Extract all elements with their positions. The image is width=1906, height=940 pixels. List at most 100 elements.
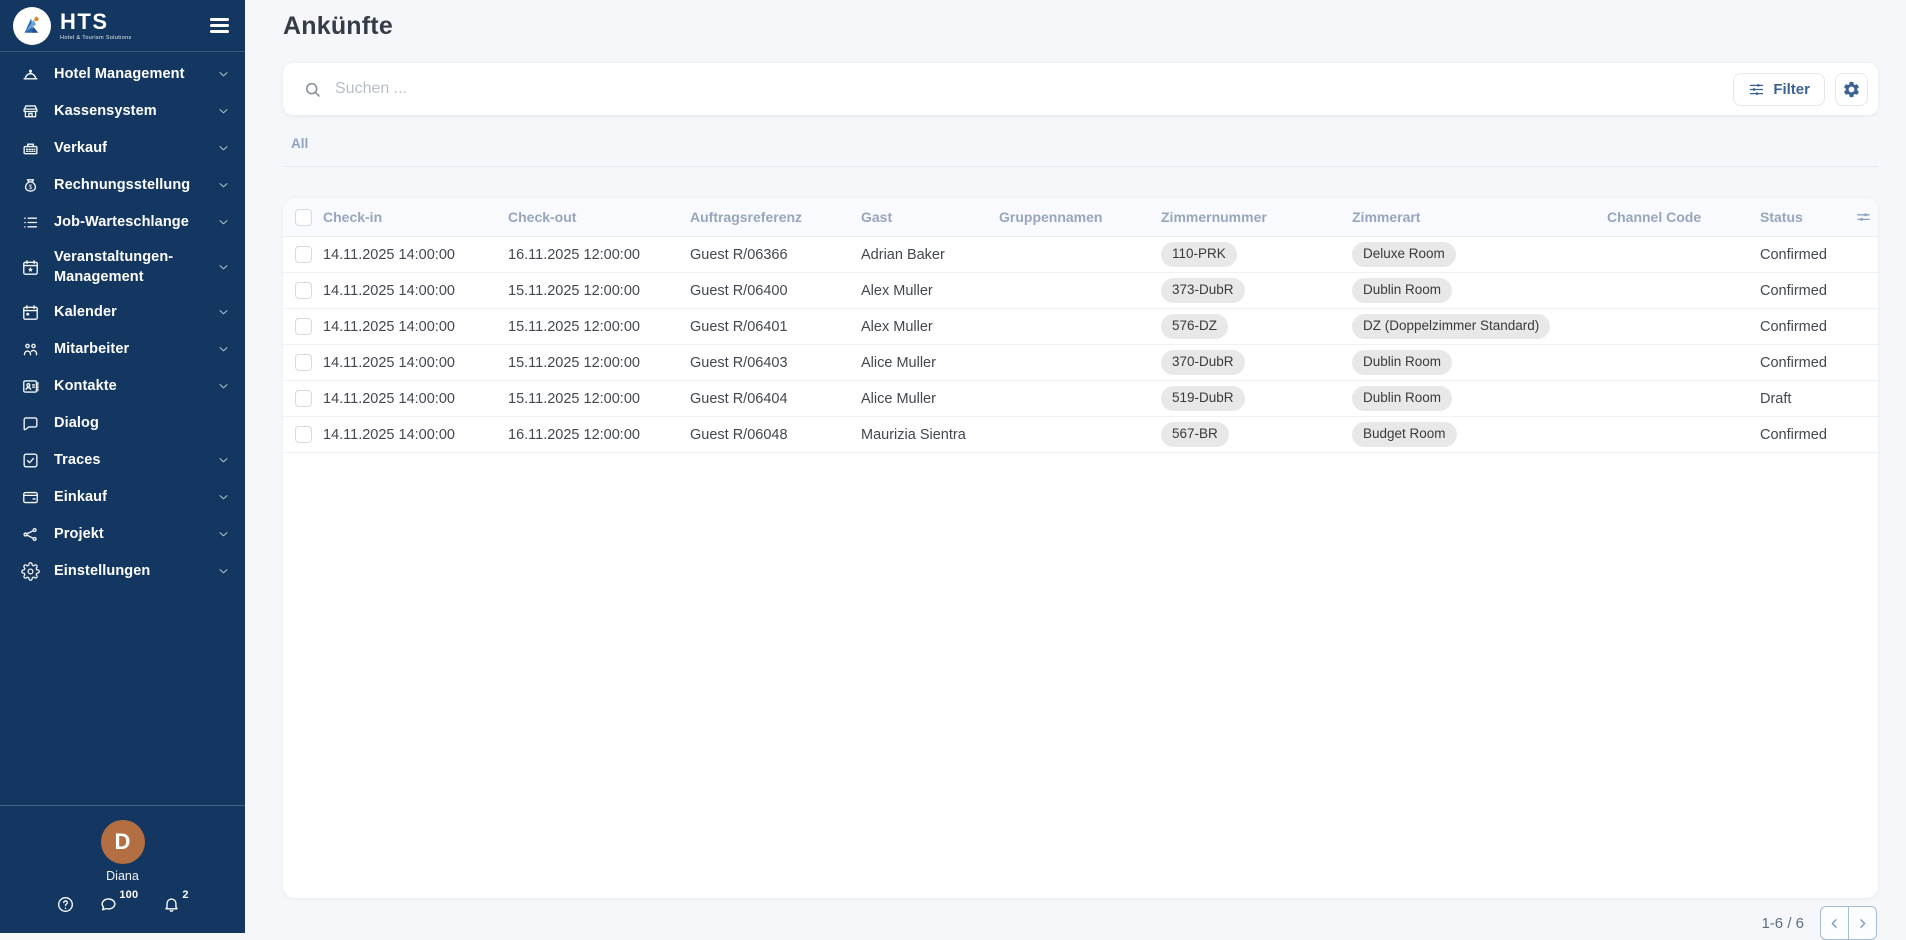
- network-icon: [21, 525, 40, 544]
- bell-icon[interactable]: 2: [162, 895, 188, 914]
- chevron-down-icon: [217, 454, 230, 467]
- people-icon: [21, 340, 40, 359]
- room-number: 567-BR: [1161, 422, 1352, 447]
- sidebar-item-kalender[interactable]: Kalender: [0, 294, 245, 331]
- chat-badge: 100: [119, 889, 138, 901]
- column-header-check-out[interactable]: Check-out: [508, 209, 690, 225]
- select-all-checkbox[interactable]: [295, 209, 312, 226]
- room-type-badge: Deluxe Room: [1352, 242, 1456, 267]
- pagination: 1-6 / 6: [283, 906, 1878, 940]
- chevron-right-icon: [1855, 916, 1870, 931]
- table-row[interactable]: 14.11.2025 14:00:0016.11.2025 12:00:00Gu…: [283, 417, 1878, 453]
- room-number: 519-DubR: [1161, 386, 1352, 411]
- sidebar-item-traces[interactable]: Traces: [0, 442, 245, 479]
- column-header-channel-code[interactable]: Channel Code: [1607, 209, 1760, 225]
- chevron-down-icon: [217, 179, 230, 192]
- column-header-status[interactable]: Status: [1760, 209, 1850, 225]
- chevron-down-icon: [217, 68, 230, 81]
- row-checkbox[interactable]: [295, 246, 312, 263]
- chevron-down-icon: [217, 380, 230, 393]
- brand-subtitle: Hotel & Tourism Solutions: [60, 35, 132, 41]
- sidebar-item-kassensystem[interactable]: Kassensystem: [0, 93, 245, 130]
- table-row[interactable]: 14.11.2025 14:00:0015.11.2025 12:00:00Gu…: [283, 309, 1878, 345]
- row-checkbox[interactable]: [295, 318, 312, 335]
- gear-icon: [21, 562, 40, 581]
- row-checkbox[interactable]: [295, 390, 312, 407]
- sidebar-item-projekt[interactable]: Projekt: [0, 516, 245, 553]
- sidebar-item-rechnungsstellung[interactable]: $Rechnungsstellung: [0, 167, 245, 204]
- sidebar-item-label: Einstellungen: [54, 555, 217, 587]
- room-type: Dublin Room: [1352, 386, 1607, 411]
- next-page-button[interactable]: [1848, 906, 1877, 940]
- row-checkbox-cell: [283, 390, 323, 407]
- table-row[interactable]: 14.11.2025 14:00:0015.11.2025 12:00:00Gu…: [283, 273, 1878, 309]
- table-row[interactable]: 14.11.2025 14:00:0015.11.2025 12:00:00Gu…: [283, 345, 1878, 381]
- status-text: Draft: [1760, 391, 1850, 407]
- search-input[interactable]: [335, 80, 1733, 98]
- room-type-badge: Dublin Room: [1352, 350, 1452, 375]
- settings-gear-button[interactable]: [1835, 73, 1868, 106]
- row-checkbox[interactable]: [295, 282, 312, 299]
- chevron-down-icon: [217, 216, 230, 229]
- room-number-badge: 519-DubR: [1161, 386, 1245, 411]
- brand-name: HTS: [60, 11, 132, 33]
- room-number-badge: 576-DZ: [1161, 314, 1228, 339]
- row-checkbox-cell: [283, 354, 323, 371]
- column-header-gast[interactable]: Gast: [861, 209, 999, 225]
- filter-button[interactable]: Filter: [1733, 73, 1825, 106]
- column-header-gruppennamen[interactable]: Gruppennamen: [999, 209, 1161, 225]
- column-header-zimmerart[interactable]: Zimmerart: [1352, 209, 1607, 225]
- previous-page-button[interactable]: [1820, 906, 1849, 940]
- sidebar-item-mitarbeiter[interactable]: Mitarbeiter: [0, 331, 245, 368]
- column-header-check-in[interactable]: Check-in: [323, 209, 508, 225]
- help-icon[interactable]: [56, 895, 75, 914]
- room-type: Dublin Room: [1352, 350, 1607, 375]
- check-out: 16.11.2025 12:00:00: [508, 247, 690, 263]
- column-settings-icon[interactable]: [1850, 209, 1878, 226]
- tab-all[interactable]: All: [288, 132, 311, 166]
- sidebar-item-label: Veranstaltungen-Management: [54, 241, 217, 294]
- status-text: Confirmed: [1760, 283, 1850, 299]
- avatar[interactable]: D: [101, 820, 145, 864]
- sidebar-item-einstellungen[interactable]: Einstellungen: [0, 553, 245, 590]
- brand-text: HTS Hotel & Tourism Solutions: [60, 11, 132, 41]
- room-type-badge: DZ (Doppelzimmer Standard): [1352, 314, 1550, 339]
- menu-toggle-icon[interactable]: [210, 12, 229, 40]
- row-checkbox[interactable]: [295, 354, 312, 371]
- sidebar-item-label: Hotel Management: [54, 58, 217, 90]
- svg-text:$: $: [29, 184, 33, 191]
- header-checkbox-cell: [283, 209, 323, 226]
- sidebar-item-dialog[interactable]: Dialog: [0, 405, 245, 442]
- column-header-auftragsreferenz[interactable]: Auftragsreferenz: [690, 209, 861, 225]
- main-content: Ankünfte Filter All Check-inCheck-out: [245, 0, 1906, 933]
- column-header-zimmernummer[interactable]: Zimmernummer: [1161, 209, 1352, 225]
- chevron-down-icon: [217, 105, 230, 118]
- chat-icon[interactable]: 100: [99, 895, 138, 914]
- table-row[interactable]: 14.11.2025 14:00:0016.11.2025 12:00:00Gu…: [283, 237, 1878, 273]
- sidebar-item-einkauf[interactable]: Einkauf: [0, 479, 245, 516]
- search-icon: [303, 80, 322, 99]
- status-text: Confirmed: [1760, 427, 1850, 443]
- sidebar-item-verkauf[interactable]: Verkauf: [0, 130, 245, 167]
- room-type-badge: Dublin Room: [1352, 278, 1452, 303]
- status-text: Confirmed: [1760, 319, 1850, 335]
- sidebar-item-kontakte[interactable]: Kontakte: [0, 368, 245, 405]
- app-logo: [13, 7, 51, 45]
- room-type: Budget Room: [1352, 422, 1607, 447]
- check-in: 14.11.2025 14:00:00: [323, 355, 508, 371]
- table-row[interactable]: 14.11.2025 14:00:0015.11.2025 12:00:00Gu…: [283, 381, 1878, 417]
- pager-buttons: [1820, 906, 1877, 940]
- sidebar-item-hotel-management[interactable]: Hotel Management: [0, 56, 245, 93]
- room-number: 576-DZ: [1161, 314, 1352, 339]
- sidebar-item-job-warteschlange[interactable]: Job-Warteschlange: [0, 204, 245, 241]
- room-number: 373-DubR: [1161, 278, 1352, 303]
- row-checkbox[interactable]: [295, 426, 312, 443]
- footer-icons: 100 2: [0, 895, 245, 914]
- filter-button-label: Filter: [1773, 81, 1810, 98]
- chevron-down-icon: [217, 306, 230, 319]
- sidebar-item-veranstaltungen-management[interactable]: Veranstaltungen-Management: [0, 241, 245, 294]
- room-number-badge: 370-DubR: [1161, 350, 1245, 375]
- logo-mark-icon: [19, 13, 45, 39]
- chevron-left-icon: [1827, 916, 1842, 931]
- list-icon: [21, 213, 40, 232]
